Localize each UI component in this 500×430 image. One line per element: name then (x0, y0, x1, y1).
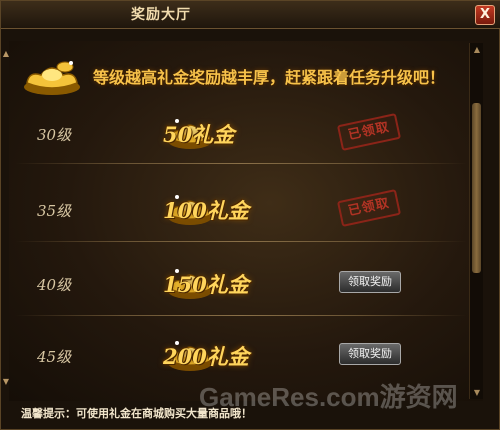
banner-message: 等级越高礼金奖励越丰厚，赶紧跟着任务升级吧！ (93, 68, 446, 87)
scrollbar[interactable]: ▲ ▼ (469, 43, 483, 399)
level-label: 40级 (37, 276, 72, 294)
reward-row: 40级 150礼金 领取奖励 (15, 255, 467, 313)
tip-text: 温馨提示：可使用礼金在商城购买大量商品哦！ (21, 407, 252, 420)
gift-amount: 50礼金 (163, 122, 235, 147)
row-divider (15, 315, 467, 316)
claim-reward-button[interactable]: 领取奖励 (339, 343, 401, 365)
gift-amount: 150礼金 (163, 272, 249, 297)
row-divider (15, 241, 467, 242)
window-title: 奖励大厅 (131, 7, 191, 23)
gift-amount: 100礼金 (163, 198, 249, 223)
claimed-stamp: 已领取 (336, 113, 402, 151)
close-button[interactable]: X (475, 5, 495, 25)
level-label: 30级 (37, 126, 72, 144)
title-bar: 奖励大厅 X (1, 1, 500, 29)
left-down-arrow-icon[interactable]: ▼ (1, 377, 11, 387)
row-divider (15, 163, 467, 164)
reward-row: 45级 200礼金 领取奖励 (15, 327, 467, 385)
level-label: 45级 (37, 348, 72, 366)
reward-hall-window: 奖励大厅 X ▲ ▼ ▲ ▼ 等级越高礼金奖励越丰厚，赶紧跟着任务升级吧！ 30… (0, 0, 500, 430)
scrollbar-thumb[interactable] (472, 103, 481, 273)
gift-amount: 200礼金 (163, 344, 249, 369)
scroll-up-arrow-icon[interactable]: ▲ (470, 45, 484, 54)
claim-reward-button[interactable]: 领取奖励 (339, 271, 401, 293)
left-up-arrow-icon[interactable]: ▲ (1, 49, 11, 59)
level-label: 35级 (37, 202, 72, 220)
gold-ingot-icon (24, 61, 80, 95)
reward-row: 35级 100礼金 已领取 (15, 181, 467, 239)
claimed-stamp: 已领取 (336, 189, 402, 227)
reward-row: 30级 50礼金 已领取 (15, 105, 467, 163)
